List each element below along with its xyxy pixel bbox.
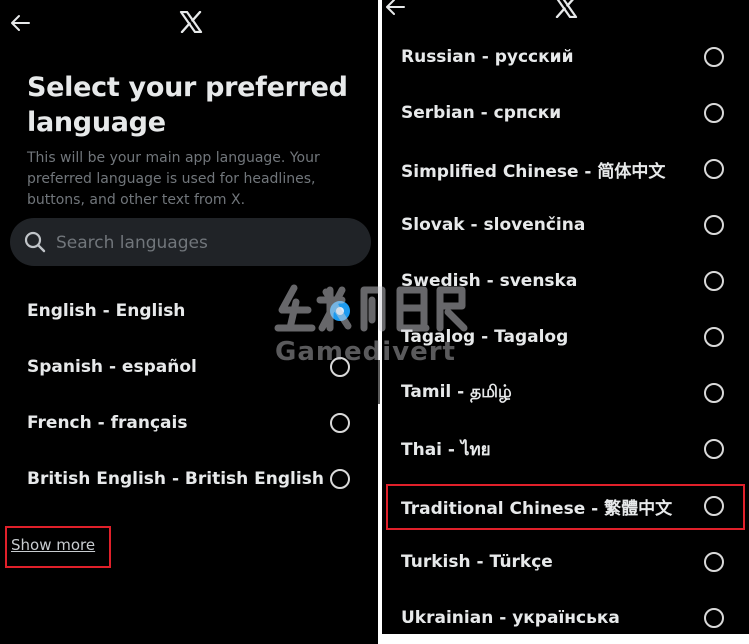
x-logo-icon (554, 0, 578, 22)
language-label: Tamil - தமிழ் (401, 382, 512, 402)
show-more-link[interactable]: Show more (11, 536, 95, 554)
radio-button[interactable] (704, 159, 724, 179)
language-label: Serbian - српски (401, 103, 562, 123)
radio-button[interactable] (704, 608, 724, 628)
language-label: English - English (27, 301, 186, 321)
back-arrow-icon[interactable] (384, 0, 406, 22)
language-option-turkish[interactable]: Turkish - Türkçe (382, 540, 749, 584)
language-option-english[interactable]: English - English (0, 289, 378, 333)
language-label: Traditional Chinese - 繁體中文 (401, 498, 673, 519)
language-label: Simplified Chinese - 简体中文 (401, 161, 666, 182)
language-label: French - français (27, 413, 188, 433)
language-option-simplified-chinese[interactable]: Simplified Chinese - 简体中文 (382, 147, 749, 191)
language-option-traditional-chinese[interactable]: Traditional Chinese - 繁體中文 (382, 484, 749, 528)
language-option-british-english[interactable]: British English - British English (0, 457, 378, 501)
language-option-russian[interactable]: Russian - русский (382, 35, 749, 79)
language-label: Spanish - español (27, 357, 197, 377)
radio-button[interactable] (704, 383, 724, 403)
radio-button[interactable] (704, 496, 724, 516)
radio-button[interactable] (330, 469, 350, 489)
radio-button[interactable] (704, 271, 724, 291)
radio-button[interactable] (704, 552, 724, 572)
language-option-french[interactable]: French - français (0, 401, 378, 445)
watermark-text: Gamedivert (275, 337, 456, 367)
language-label: Slovak - slovenčina (401, 215, 586, 235)
language-panel-right: Russian - русский Serbian - српски Simpl… (382, 0, 749, 634)
language-label: Russian - русский (401, 47, 574, 67)
radio-button-selected[interactable] (330, 301, 350, 321)
search-input[interactable] (54, 228, 358, 258)
page-description: This will be your main app language. You… (27, 150, 320, 208)
language-label: Ukrainian - українська (401, 608, 620, 628)
language-panel-left: Select your preferred language This will… (0, 0, 378, 644)
language-option-ukrainian[interactable]: Ukrainian - українська (382, 596, 749, 634)
search-bar[interactable] (10, 218, 371, 266)
language-option-tamil[interactable]: Tamil - தமிழ் (382, 371, 749, 415)
radio-button[interactable] (704, 47, 724, 67)
search-icon (24, 231, 46, 257)
language-option-slovak[interactable]: Slovak - slovenčina (382, 203, 749, 247)
radio-button[interactable] (704, 327, 724, 347)
language-option-thai[interactable]: Thai - ไทย (382, 427, 749, 471)
radio-button[interactable] (704, 439, 724, 459)
language-label: Turkish - Türkçe (401, 552, 553, 572)
language-option-serbian[interactable]: Serbian - српски (382, 91, 749, 135)
radio-button[interactable] (704, 215, 724, 235)
language-label: Swedish - svenska (401, 271, 578, 291)
back-arrow-icon[interactable] (9, 12, 31, 38)
page-title: Select your preferred language (27, 72, 348, 138)
language-option-swedish[interactable]: Swedish - svenska (382, 259, 749, 303)
language-label: Thai - ไทย (401, 439, 491, 460)
radio-button[interactable] (704, 103, 724, 123)
language-label: British English - British English (27, 469, 324, 489)
radio-button[interactable] (330, 413, 350, 433)
x-logo-icon (179, 10, 203, 37)
